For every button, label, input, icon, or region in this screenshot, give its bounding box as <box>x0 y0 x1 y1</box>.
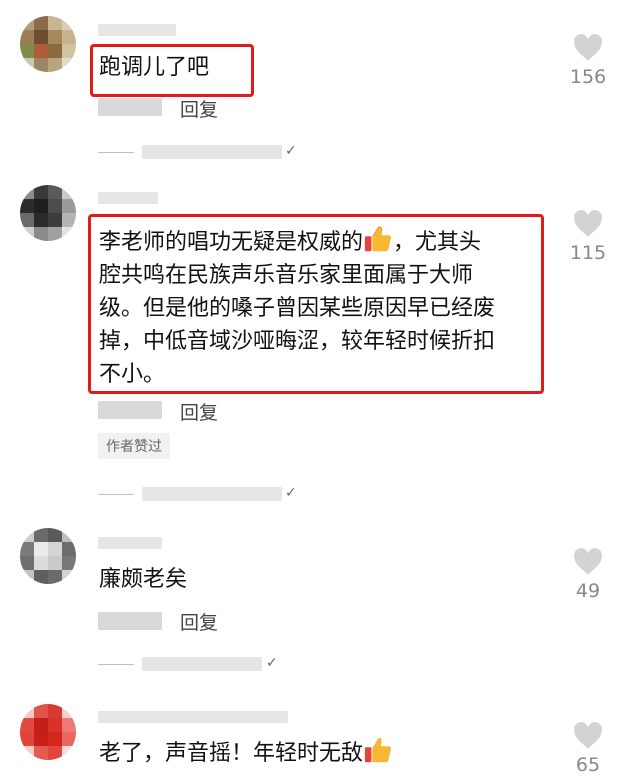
view-replies-blurred[interactable] <box>142 657 262 671</box>
reply-button[interactable]: 回复 <box>180 608 218 635</box>
thumbs-up-icon <box>364 737 392 763</box>
timestamp-blurred <box>98 401 162 419</box>
username-blurred <box>98 24 176 36</box>
timestamp-blurred <box>98 612 162 630</box>
thumbs-up-icon <box>364 226 392 252</box>
avatar[interactable] <box>20 528 76 584</box>
reply-button[interactable]: 回复 <box>180 398 218 425</box>
comment-text: 李老师的唱功无疑是权威的 ，尤其头 腔共鸣在民族声乐音乐家里面属于大师 级。但是… <box>99 224 535 391</box>
comment-line: 李老师的唱功无疑是权威的 <box>99 230 364 255</box>
like-count: 115 <box>569 242 607 264</box>
comment-line: 不小。 <box>99 362 166 387</box>
avatar[interactable] <box>20 16 76 72</box>
timestamp-blurred <box>98 98 162 116</box>
avatar[interactable] <box>20 185 76 241</box>
like-count: 156 <box>569 66 607 88</box>
comment-text: 跑调儿了吧 <box>99 55 210 80</box>
reply-button[interactable]: 回复 <box>180 95 218 122</box>
username-blurred <box>98 711 288 723</box>
view-replies-blurred[interactable] <box>142 487 282 501</box>
heart-icon[interactable] <box>573 722 603 750</box>
divider-dash <box>98 494 134 495</box>
username-blurred <box>98 192 158 204</box>
author-liked-tag: 作者赞过 <box>98 433 170 459</box>
divider-dash <box>98 664 134 665</box>
heart-icon[interactable] <box>573 210 603 238</box>
check-icon: ✓ <box>266 655 278 671</box>
comment-text: 廉颇老矣 <box>99 567 188 592</box>
like-count: 49 <box>575 580 601 602</box>
comment-line: 腔共鸣在民族声乐音乐家里面属于大师 <box>99 263 474 288</box>
heart-icon[interactable] <box>573 548 603 576</box>
comment-line: 老了，声音摇！年轻时无敌 <box>99 741 364 766</box>
comment-line: ，尤其头 <box>393 230 482 255</box>
divider-dash <box>98 152 134 153</box>
username-blurred <box>98 537 162 549</box>
view-replies-blurred[interactable] <box>142 145 282 159</box>
check-icon: ✓ <box>285 143 297 159</box>
heart-icon[interactable] <box>573 34 603 62</box>
comment-text: 老了，声音摇！年轻时无敌 <box>99 735 393 770</box>
avatar[interactable] <box>20 704 76 760</box>
check-icon: ✓ <box>285 485 297 501</box>
comment-line: 掉，中低音域沙哑晦涩，较年轻时候折扣 <box>99 329 496 354</box>
comment-line: 级。但是他的嗓子曾因某些原因早已经废 <box>99 296 496 321</box>
